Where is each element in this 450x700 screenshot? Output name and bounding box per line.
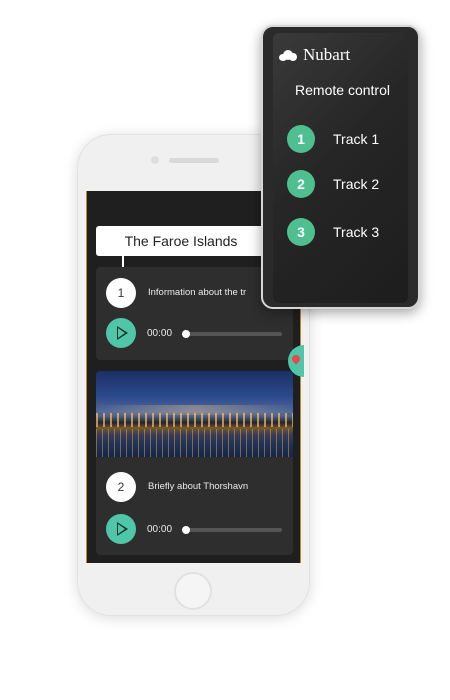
track-card-2: 2 Briefly about Thorshavn 00:00 bbox=[96, 371, 293, 555]
track-title[interactable]: Briefly about Thorshavn bbox=[148, 481, 248, 492]
track-label: Track 1 bbox=[333, 131, 380, 147]
page-title: The Faroe Islands bbox=[96, 226, 266, 256]
brand-logo: Nubart bbox=[279, 45, 350, 65]
remote-track-3[interactable]: 3 Track 3 bbox=[287, 217, 379, 247]
track-time: 00:00 bbox=[147, 524, 173, 535]
track-number-badge: 2 bbox=[287, 170, 315, 198]
city-photo bbox=[96, 371, 293, 457]
cloud-audio-icon bbox=[279, 49, 297, 61]
map-pin-icon bbox=[290, 353, 302, 365]
track-number-badge: 3 bbox=[287, 218, 315, 246]
track-label: Track 2 bbox=[333, 176, 380, 192]
remote-screen bbox=[273, 33, 408, 303]
remote-control-device: Nubart Remote control 1 Track 1 2 Track … bbox=[261, 25, 420, 309]
track-label: Track 3 bbox=[333, 224, 380, 240]
speaker-grille bbox=[169, 158, 219, 163]
track-time: 00:00 bbox=[147, 328, 173, 339]
remote-track-1[interactable]: 1 Track 1 bbox=[287, 124, 379, 154]
track-title[interactable]: Information about the tr bbox=[148, 287, 246, 298]
track-number-badge: 1 bbox=[287, 125, 315, 153]
brand-name: Nubart bbox=[303, 45, 351, 64]
progress-knob[interactable] bbox=[182, 526, 190, 534]
progress-bar[interactable] bbox=[186, 528, 282, 532]
track-number: 1 bbox=[106, 278, 136, 308]
progress-bar[interactable] bbox=[186, 332, 282, 336]
track-number: 2 bbox=[106, 472, 136, 502]
progress-knob[interactable] bbox=[182, 330, 190, 338]
remote-track-2[interactable]: 2 Track 2 bbox=[287, 169, 379, 199]
title-connector bbox=[122, 255, 124, 267]
remote-subtitle: Remote control bbox=[295, 82, 390, 98]
home-button[interactable] bbox=[174, 572, 212, 610]
play-button[interactable] bbox=[106, 318, 136, 348]
camera-icon bbox=[151, 156, 159, 164]
play-button[interactable] bbox=[106, 514, 136, 544]
